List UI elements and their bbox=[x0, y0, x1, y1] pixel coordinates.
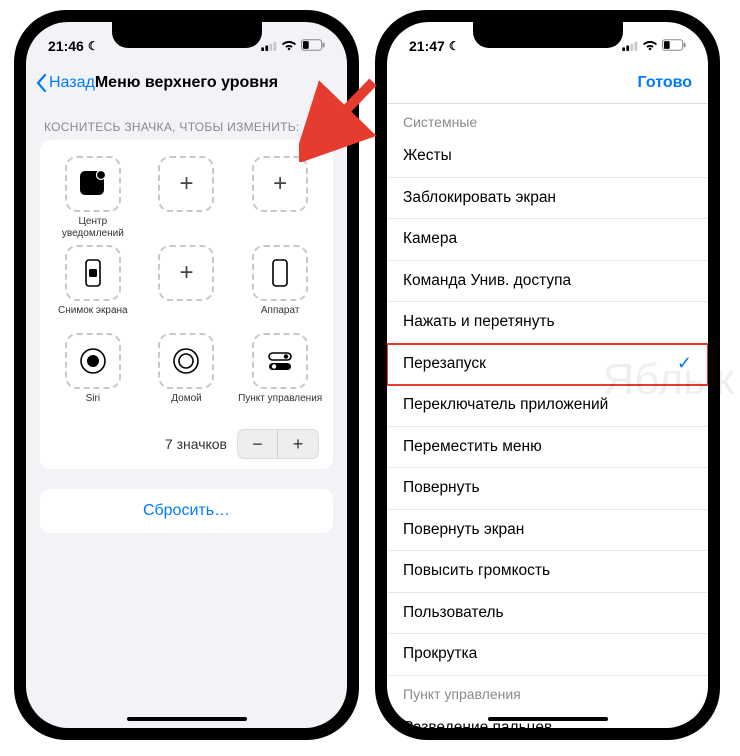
menu-slot-1[interactable]: + bbox=[142, 156, 232, 239]
slot-label: Аппарат bbox=[261, 305, 300, 327]
menu-slot-6[interactable]: Siri bbox=[48, 333, 138, 415]
list-item[interactable]: Пользователь bbox=[387, 593, 708, 635]
battery-icon bbox=[662, 38, 686, 54]
menu-slot-3[interactable]: Снимок экрана bbox=[48, 245, 138, 327]
list-item[interactable]: Повысить громкость bbox=[387, 551, 708, 593]
list-item[interactable]: Нажать и перетянуть bbox=[387, 302, 708, 344]
home-icon[interactable] bbox=[158, 333, 214, 389]
section-header: Системные bbox=[387, 104, 708, 136]
dnd-icon: ☾ bbox=[88, 39, 99, 53]
phone-left: 21:46 ☾ Назад bbox=[14, 10, 359, 740]
item-label: Пользователь bbox=[403, 604, 504, 622]
list-item[interactable]: Переместить меню bbox=[387, 427, 708, 469]
item-label: Команда Унив. доступа bbox=[403, 272, 571, 290]
menu-slot-8[interactable]: Пункт управления bbox=[235, 333, 325, 415]
count-label: 7 значков bbox=[165, 436, 227, 452]
control-center-icon[interactable] bbox=[252, 333, 308, 389]
list-item[interactable]: Команда Унив. доступа bbox=[387, 261, 708, 303]
menu-slot-7[interactable]: Домой bbox=[142, 333, 232, 415]
list-item[interactable]: Повернуть экран bbox=[387, 510, 708, 552]
menu-slot-2[interactable]: + bbox=[235, 156, 325, 239]
item-label: Жесты bbox=[403, 147, 452, 165]
list-item[interactable]: Камера bbox=[387, 219, 708, 261]
list-item[interactable]: Повернуть bbox=[387, 468, 708, 510]
menu-slot-0[interactable]: Центр уведомлений bbox=[48, 156, 138, 239]
device-icon[interactable] bbox=[252, 245, 308, 301]
done-button[interactable]: Готово bbox=[638, 74, 692, 92]
battery-icon bbox=[301, 38, 325, 54]
slot-label: Центр уведомлений bbox=[48, 216, 138, 239]
item-label: Нажать и перетянуть bbox=[403, 313, 555, 331]
signal-icon bbox=[261, 38, 277, 54]
notification-center-icon[interactable] bbox=[65, 156, 121, 212]
list-item[interactable]: Прокрутка bbox=[387, 634, 708, 676]
item-label: Переключатель приложений bbox=[403, 396, 608, 414]
checkmark-icon: ✓ bbox=[677, 353, 692, 374]
slot-label: Домой bbox=[171, 393, 201, 415]
section-header: Пункт управления bbox=[387, 676, 708, 708]
item-label: Переместить меню bbox=[403, 438, 542, 456]
item-label: Камера bbox=[403, 230, 457, 248]
instruction-label: КОСНИТЕСЬ ЗНАЧКА, ЧТОБЫ ИЗМЕНИТЬ: bbox=[26, 104, 347, 140]
item-label: Повернуть bbox=[403, 479, 480, 497]
count-stepper: − + bbox=[237, 429, 319, 459]
reset-button[interactable]: Сбросить… bbox=[40, 489, 333, 533]
list-item[interactable]: Жесты bbox=[387, 136, 708, 178]
slot-label: Siri bbox=[86, 393, 100, 415]
phone-right: 21:47 ☾ Готово Систем bbox=[375, 10, 720, 740]
signal-icon bbox=[622, 38, 638, 54]
empty-plus-icon[interactable]: + bbox=[158, 156, 214, 212]
list-item[interactable]: Перезапуск ✓ bbox=[387, 344, 708, 386]
navbar: Назад Меню верхнего уровня bbox=[26, 62, 347, 104]
item-label: Повысить громкость bbox=[403, 562, 550, 580]
item-label: Повернуть экран bbox=[403, 521, 524, 539]
item-label: Прокрутка bbox=[403, 645, 477, 663]
status-time: 21:46 bbox=[48, 38, 84, 54]
navbar: Готово bbox=[387, 62, 708, 104]
stepper-plus[interactable]: + bbox=[278, 430, 318, 458]
status-time: 21:47 bbox=[409, 38, 445, 54]
menu-slot-5[interactable]: Аппарат bbox=[235, 245, 325, 327]
list-item[interactable]: Заблокировать экран bbox=[387, 178, 708, 220]
back-button[interactable]: Назад bbox=[36, 74, 95, 92]
notch bbox=[112, 22, 262, 48]
menu-slot-4[interactable]: + bbox=[142, 245, 232, 327]
wifi-icon bbox=[642, 38, 658, 54]
home-indicator[interactable] bbox=[127, 717, 247, 721]
slot-label: Снимок экрана bbox=[58, 305, 128, 327]
notch bbox=[473, 22, 623, 48]
home-indicator[interactable] bbox=[488, 717, 608, 721]
empty-plus-icon[interactable]: + bbox=[252, 156, 308, 212]
stepper-minus[interactable]: − bbox=[238, 430, 278, 458]
wifi-icon bbox=[281, 38, 297, 54]
screenshot-icon[interactable] bbox=[65, 245, 121, 301]
item-label: Перезапуск bbox=[403, 355, 486, 373]
siri-icon[interactable] bbox=[65, 333, 121, 389]
empty-plus-icon[interactable]: + bbox=[158, 245, 214, 301]
slot-label: Пункт управления bbox=[238, 393, 322, 415]
list-item[interactable]: Переключатель приложений bbox=[387, 385, 708, 427]
item-label: Заблокировать экран bbox=[403, 189, 556, 207]
icons-card: Центр уведомлений + + Снимок экрана + Аппарат… bbox=[40, 140, 333, 469]
dnd-icon: ☾ bbox=[449, 39, 460, 53]
